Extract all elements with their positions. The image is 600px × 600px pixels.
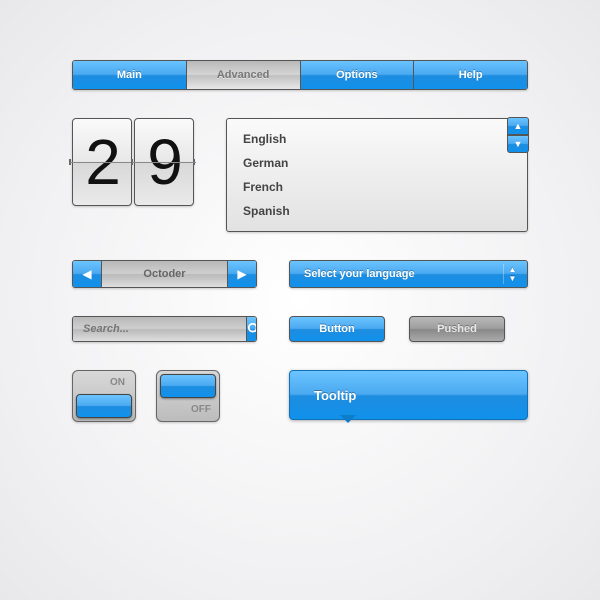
- toggle-off[interactable]: OFF: [156, 370, 220, 422]
- tab-main[interactable]: Main: [73, 61, 187, 89]
- list-item[interactable]: French: [227, 175, 527, 199]
- spinner-prev-icon[interactable]: ◀: [73, 261, 101, 287]
- toggle-on-label: ON: [110, 377, 125, 388]
- tab-options[interactable]: Options: [301, 61, 415, 89]
- search-box: [72, 316, 257, 342]
- listbox-scrollbar: ▲ ▼: [507, 117, 529, 153]
- search-button[interactable]: [246, 317, 257, 341]
- flip-digit-2: 9: [134, 118, 194, 206]
- list-item[interactable]: Spanish: [227, 199, 527, 223]
- tab-advanced[interactable]: Advanced: [187, 61, 301, 89]
- tab-bar: Main Advanced Options Help: [72, 60, 528, 90]
- search-input[interactable]: [73, 317, 246, 341]
- tooltip: Tooltip: [289, 370, 528, 420]
- tooltip-text: Tooltip: [314, 388, 356, 403]
- toggle-off-label: OFF: [191, 404, 211, 415]
- search-icon: [247, 322, 257, 336]
- toggle-handle: [76, 394, 132, 418]
- toggle-on[interactable]: ON: [72, 370, 136, 422]
- pushed-button[interactable]: Pushed: [409, 316, 505, 342]
- spinner-label: Octoder: [101, 261, 228, 287]
- toggle-handle: [160, 374, 216, 398]
- language-select[interactable]: Select your language ▲▼: [289, 260, 528, 288]
- month-spinner: ◀ Octoder ▶: [72, 260, 257, 288]
- tab-help[interactable]: Help: [414, 61, 527, 89]
- list-item[interactable]: English: [227, 127, 527, 151]
- scroll-up-icon[interactable]: ▲: [507, 117, 529, 135]
- language-listbox[interactable]: English German French Spanish ▲ ▼: [226, 118, 528, 232]
- scroll-down-icon[interactable]: ▼: [507, 135, 529, 153]
- flip-counter: 2 9: [72, 118, 194, 206]
- list-item[interactable]: German: [227, 151, 527, 175]
- select-arrows-icon: ▲▼: [503, 264, 521, 284]
- spinner-next-icon[interactable]: ▶: [228, 261, 256, 287]
- select-label: Select your language: [304, 268, 415, 280]
- primary-button[interactable]: Button: [289, 316, 385, 342]
- flip-digit-1: 2: [72, 118, 132, 206]
